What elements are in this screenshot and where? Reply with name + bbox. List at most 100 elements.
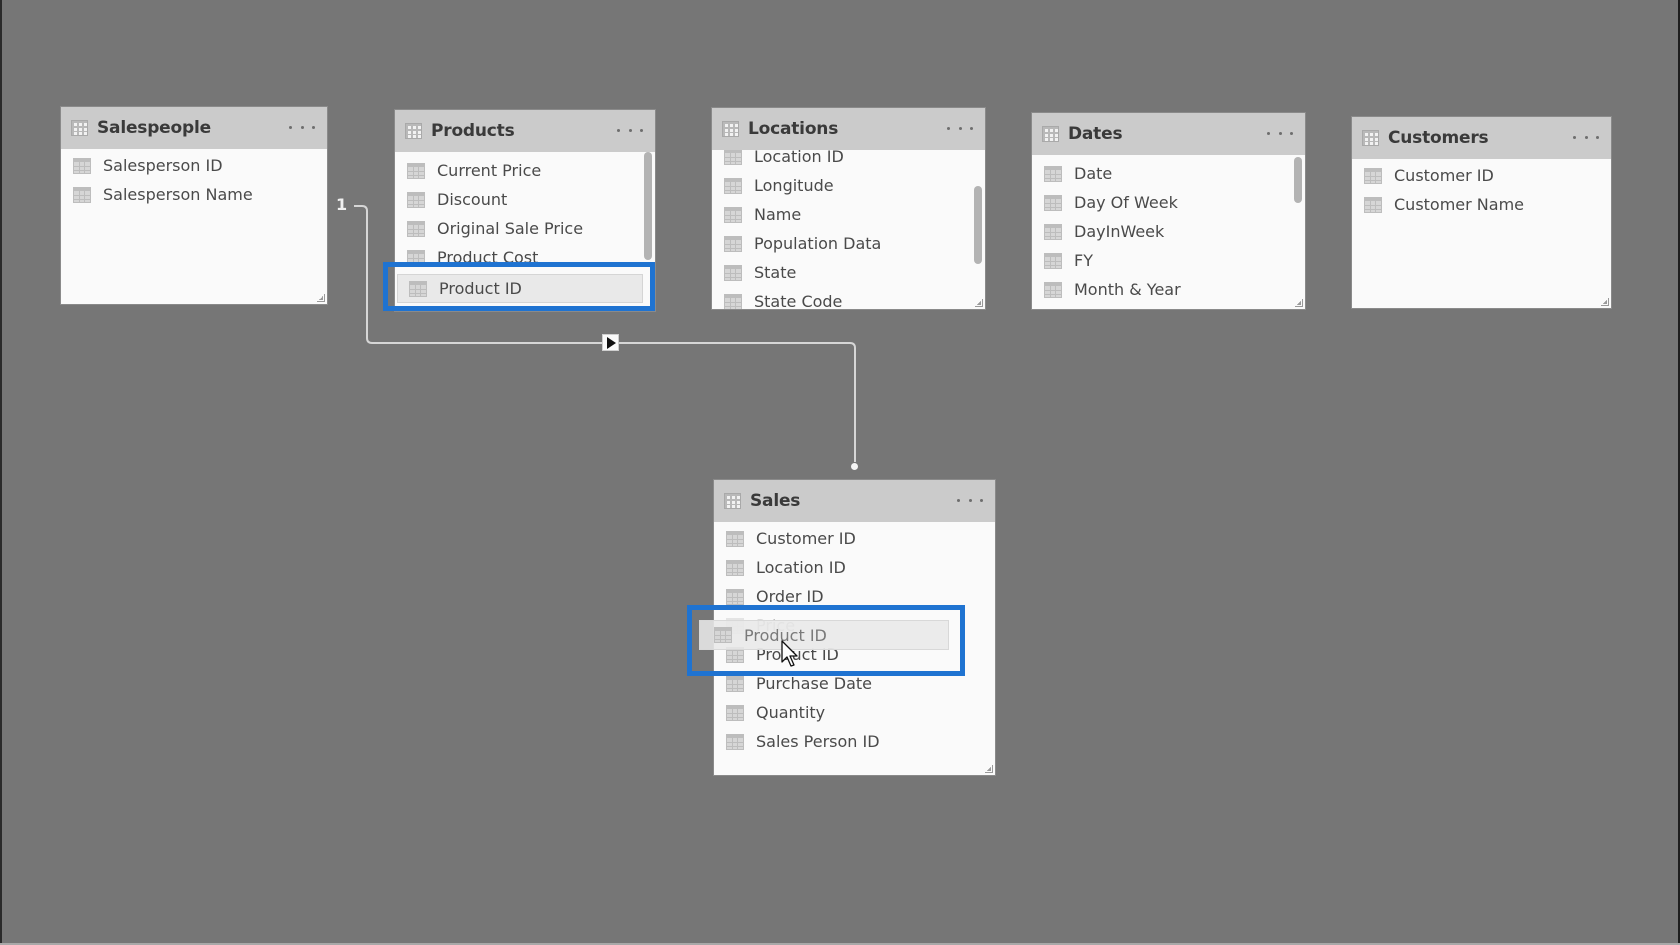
column-icon (1044, 281, 1062, 298)
relationship-many-cardinality-marker (851, 463, 858, 470)
column-icon (409, 280, 427, 297)
column-icon (407, 162, 425, 179)
field-label: Original Sale Price (437, 219, 584, 238)
field-row[interactable]: Sales Person ID (714, 727, 995, 756)
table-card-dates[interactable]: Dates Date Day Of Week DayInWeek FY Mont… (1032, 113, 1305, 309)
table-grid-icon (405, 123, 422, 139)
field-row[interactable]: Price (714, 611, 995, 640)
field-label: Customer ID (1394, 166, 1494, 185)
field-list: Customer ID Customer Name (1352, 159, 1611, 308)
field-row[interactable]: Location ID (712, 150, 985, 171)
field-row[interactable]: Customer ID (1352, 161, 1611, 190)
field-label: DayInWeek (1074, 222, 1165, 241)
column-icon (726, 733, 744, 750)
table-card-customers[interactable]: Customers Customer ID Customer Name (1352, 117, 1611, 308)
more-options-button[interactable] (957, 492, 983, 508)
table-card-salespeople[interactable]: Salespeople Salesperson ID Salesperson N… (61, 107, 327, 304)
field-row[interactable]: Salesperson ID (61, 151, 327, 180)
column-icon (726, 704, 744, 721)
more-options-button[interactable] (289, 119, 315, 135)
field-row[interactable]: FY (1032, 246, 1305, 275)
resize-handle[interactable] (975, 299, 983, 307)
field-row[interactable]: Current Price (395, 156, 655, 185)
field-row[interactable]: Purchase Date (714, 669, 995, 698)
field-row[interactable]: Original Sale Price (395, 214, 655, 243)
field-label: Month & Year (1074, 280, 1181, 299)
field-label: State Code (754, 292, 843, 309)
field-row[interactable]: State Code (712, 287, 985, 309)
field-label: Customer Name (1394, 195, 1525, 214)
field-row[interactable]: Date (1032, 159, 1305, 188)
column-icon (724, 264, 742, 281)
table-card-products[interactable]: Products Current Price Discount Original… (395, 110, 655, 311)
field-row[interactable]: Salesperson Name (61, 180, 327, 209)
column-icon (1364, 196, 1382, 213)
table-header[interactable]: Dates (1032, 113, 1305, 155)
field-row[interactable]: Quantity (714, 698, 995, 727)
field-row[interactable]: Discount (395, 185, 655, 214)
field-row[interactable]: Population Data (712, 229, 985, 258)
field-label: Purchase Date (756, 674, 872, 693)
table-grid-icon (724, 493, 741, 509)
field-label: Customer ID (756, 529, 856, 548)
cross-filter-arrow-icon[interactable] (602, 334, 619, 351)
field-row[interactable]: Customer Name (1352, 190, 1611, 219)
table-grid-icon (71, 120, 88, 136)
scrollbar[interactable] (644, 152, 652, 260)
table-card-sales[interactable]: Sales Customer ID Location ID Order ID P… (714, 480, 995, 775)
field-row[interactable]: Day Of Week (1032, 188, 1305, 217)
column-icon (1044, 165, 1062, 182)
field-label: FY (1074, 251, 1093, 270)
field-label: Name (754, 205, 802, 224)
field-label: Location ID (756, 558, 846, 577)
table-header[interactable]: Salespeople (61, 107, 327, 149)
column-icon (726, 588, 744, 605)
column-icon (726, 530, 744, 547)
field-row[interactable]: Location ID (714, 553, 995, 582)
field-row[interactable]: Order ID (714, 582, 995, 611)
resize-handle[interactable] (1295, 299, 1303, 307)
scrollbar[interactable] (1294, 157, 1302, 203)
field-label: Location ID (754, 150, 844, 166)
more-options-button[interactable] (947, 120, 973, 136)
table-header[interactable]: Locations (712, 108, 985, 150)
column-icon (724, 293, 742, 309)
column-icon (726, 675, 744, 692)
resize-handle[interactable] (317, 294, 325, 302)
resize-handle[interactable] (985, 765, 993, 773)
field-row[interactable]: Name (712, 200, 985, 229)
column-icon (407, 249, 425, 266)
field-row-drop-target[interactable]: Product ID (714, 640, 995, 669)
relationship-one-cardinality: 1 (336, 195, 348, 214)
column-icon (407, 220, 425, 237)
field-row[interactable]: DayInWeek (1032, 217, 1305, 246)
column-icon (724, 206, 742, 223)
more-options-button[interactable] (1267, 125, 1293, 141)
field-row-selected[interactable]: Product ID (397, 274, 643, 303)
table-title: Dates (1068, 124, 1123, 144)
field-label: Quantity (756, 703, 826, 722)
table-card-locations[interactable]: Locations Location ID Longitude Name Pop… (712, 108, 985, 309)
field-label: Product ID (756, 645, 839, 664)
table-grid-icon (1042, 126, 1059, 142)
scrollbar[interactable] (974, 186, 982, 264)
field-row[interactable]: Month & Year (1032, 275, 1305, 304)
more-options-button[interactable] (617, 122, 643, 138)
field-label: Salesperson Name (103, 185, 253, 204)
field-row[interactable]: Product Cost (395, 243, 655, 272)
more-options-button[interactable] (1573, 129, 1599, 145)
resize-handle[interactable] (1601, 298, 1609, 306)
table-title: Salespeople (97, 118, 211, 138)
column-icon (724, 177, 742, 194)
column-icon (726, 559, 744, 576)
field-row[interactable]: Longitude (712, 171, 985, 200)
field-row[interactable]: State (712, 258, 985, 287)
table-header[interactable]: Sales (714, 480, 995, 522)
field-row[interactable]: Customer ID (714, 524, 995, 553)
table-title: Sales (750, 491, 801, 511)
field-label: Date (1074, 164, 1113, 183)
table-header[interactable]: Products (395, 110, 655, 152)
field-label: Day Of Week (1074, 193, 1178, 212)
field-list: Customer ID Location ID Order ID Price P… (714, 522, 995, 775)
table-header[interactable]: Customers (1352, 117, 1611, 159)
